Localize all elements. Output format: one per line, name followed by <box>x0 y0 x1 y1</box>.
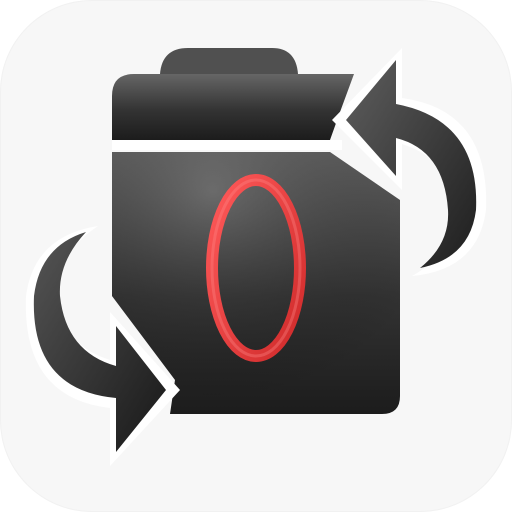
app-icon-stage <box>0 0 512 512</box>
camera-flash-bump-icon <box>160 48 298 74</box>
camera-rotate-logo <box>25 48 487 466</box>
camera-separator <box>112 140 342 150</box>
